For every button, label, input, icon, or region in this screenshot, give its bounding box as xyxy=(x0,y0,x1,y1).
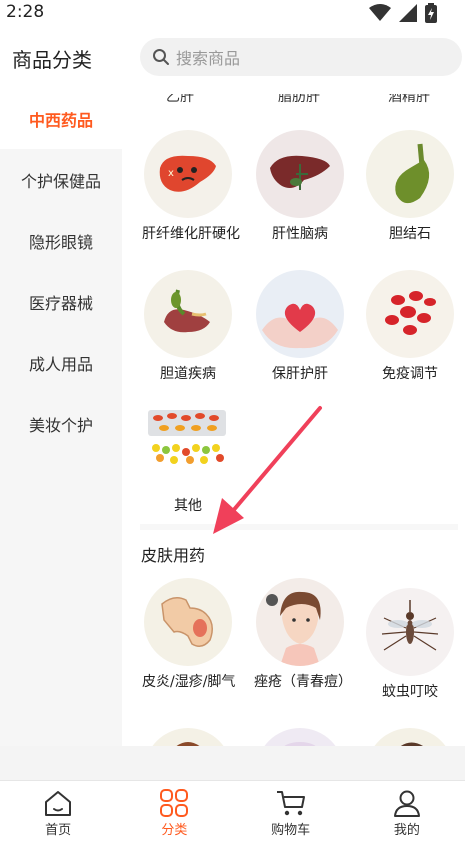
category-label: 保肝护肝 xyxy=(272,366,328,382)
acne-face-icon xyxy=(256,578,344,666)
partial-row: 乙肝 脂肪肝 酒精肝 xyxy=(122,94,465,108)
search-icon xyxy=(153,49,169,65)
category-label: 胆结石 xyxy=(389,226,431,242)
liver-icon: x xyxy=(144,130,232,218)
category-cell[interactable] xyxy=(136,728,240,746)
category-cell[interactable]: 皮炎/湿疹/脚气 xyxy=(136,578,240,690)
pills-icon xyxy=(144,404,232,490)
biliary-icon xyxy=(144,270,232,358)
category-label: 胆道疾病 xyxy=(160,366,216,382)
blood-cells-icon xyxy=(366,270,454,358)
sidebar-item-chinese-western-medicine[interactable]: 中西药品 xyxy=(0,88,122,149)
category-label: 皮炎/湿疹/脚气 xyxy=(142,674,236,690)
search-input[interactable]: 搜索商品 xyxy=(140,38,462,76)
sidebar-item-label: 医疗器械 xyxy=(28,293,93,313)
category-cell[interactable]: 胆结石 xyxy=(358,130,462,242)
partial-label: 乙肝 xyxy=(166,94,194,105)
category-label: 肝纤维化肝硬化 xyxy=(142,226,240,242)
sidebar-item-label: 美妆个护 xyxy=(28,415,93,435)
category-cell[interactable]: x 肝纤维化肝硬化 xyxy=(136,130,240,242)
category-label: 痤疮（青春痘） xyxy=(254,674,352,690)
tab-home[interactable]: 首页 xyxy=(0,781,116,842)
category-content: 乙肝 脂肪肝 酒精肝 x 肝纤维化肝硬化 肝性脑病 胆结石 胆道疾病 保肝护肝 … xyxy=(122,88,465,746)
svg-text:x: x xyxy=(168,168,174,179)
sidebar-item-contact-lenses[interactable]: 隐形眼镜 xyxy=(0,210,122,271)
category-icon xyxy=(160,789,189,817)
gallbladder-icon xyxy=(366,130,454,218)
sidebar-item-label: 中西药品 xyxy=(28,110,93,130)
cart-icon xyxy=(276,791,305,816)
category-cell[interactable]: 蚊虫叮咬 xyxy=(358,588,462,700)
sidebar-item-label: 隐形眼镜 xyxy=(28,232,93,252)
category-label: 肝性脑病 xyxy=(272,226,328,242)
sidebar-item-personal-care[interactable]: 个护保健品 xyxy=(0,149,122,210)
category-label: 蚊虫叮咬 xyxy=(382,684,438,700)
tab-bar: 首页 分类 购物车 我的 xyxy=(0,780,465,842)
tab-label: 购物车 xyxy=(271,823,311,838)
sidebar-item-adult-products[interactable]: 成人用品 xyxy=(0,332,122,393)
tab-label: 分类 xyxy=(161,823,188,838)
category-sidebar: 中西药品 个护保健品 隐形眼镜 医疗器械 成人用品 美妆个护 xyxy=(0,88,122,746)
search-placeholder: 搜索商品 xyxy=(176,49,241,68)
section-title-skin: 皮肤用药 xyxy=(141,546,206,565)
product-image xyxy=(144,728,232,746)
tab-profile[interactable]: 我的 xyxy=(349,781,465,842)
tab-category[interactable]: 分类 xyxy=(116,781,232,842)
sidebar-item-label: 个护保健品 xyxy=(20,171,101,191)
status-icons xyxy=(369,3,437,23)
product-image xyxy=(256,728,344,746)
partial-label: 酒精肝 xyxy=(388,94,430,105)
home-icon xyxy=(45,791,72,816)
category-cell[interactable] xyxy=(358,728,462,746)
tab-cart[interactable]: 购物车 xyxy=(233,781,349,842)
header: 商品分类 搜索商品 xyxy=(0,26,465,88)
category-label: 其他 xyxy=(174,498,202,514)
page-title: 商品分类 xyxy=(12,48,92,72)
category-cell[interactable]: 免疫调节 xyxy=(358,270,462,382)
user-icon xyxy=(393,790,420,817)
category-label: 免疫调节 xyxy=(382,366,438,382)
bottom-gap xyxy=(0,746,465,780)
category-cell[interactable]: 肝性脑病 xyxy=(248,130,352,242)
partial-label: 脂肪肝 xyxy=(278,94,320,105)
heart-hands-icon xyxy=(256,270,344,358)
tab-label: 首页 xyxy=(45,823,72,838)
category-cell[interactable]: 保肝护肝 xyxy=(248,270,352,382)
sidebar-item-beauty[interactable]: 美妆个护 xyxy=(0,393,122,454)
product-image xyxy=(366,728,454,746)
tab-label: 我的 xyxy=(393,823,420,838)
wifi-icon xyxy=(369,4,391,21)
category-cell[interactable]: 胆道疾病 xyxy=(136,270,240,382)
status-time: 2:28 xyxy=(6,2,45,22)
category-cell[interactable]: 痤疮（青春痘） xyxy=(248,578,352,690)
arm-rash-icon xyxy=(144,578,232,666)
status-bar: 2:28 xyxy=(0,0,465,26)
category-cell[interactable]: 其他 xyxy=(136,404,240,514)
battery-icon xyxy=(425,3,437,23)
signal-icon xyxy=(399,4,417,22)
mosquito-icon xyxy=(366,588,454,676)
category-cell[interactable] xyxy=(248,728,352,746)
sidebar-item-medical-devices[interactable]: 医疗器械 xyxy=(0,271,122,332)
liver-icon xyxy=(256,130,344,218)
section-divider xyxy=(140,524,458,530)
sidebar-item-label: 成人用品 xyxy=(28,354,93,374)
